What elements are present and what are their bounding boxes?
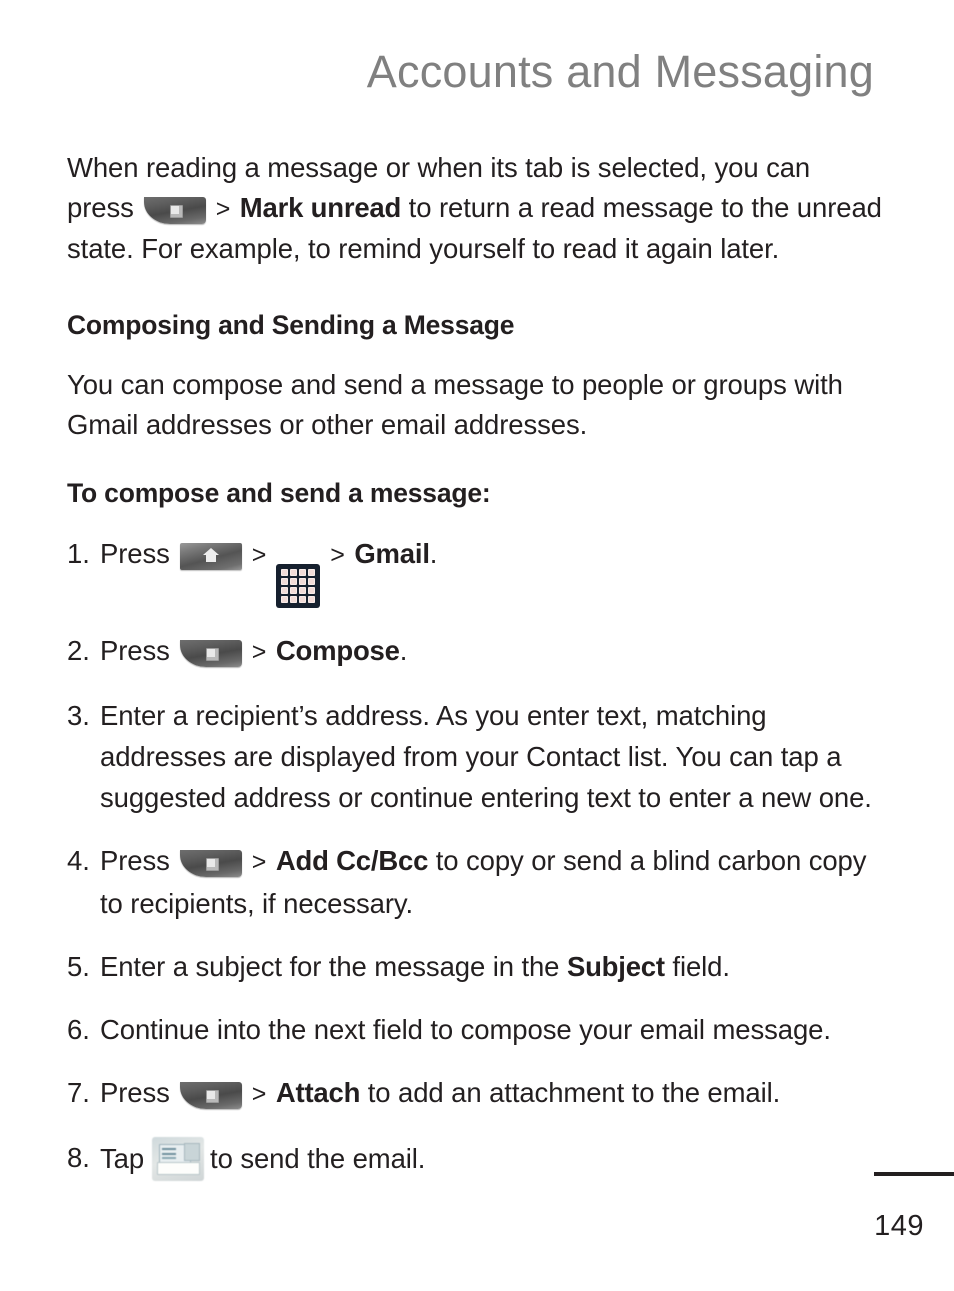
chevron-separator: > xyxy=(251,1080,267,1108)
chevron-separator: > xyxy=(215,195,231,223)
list-item: 5. Enter a subject for the message in th… xyxy=(67,946,883,987)
step-text: Enter a subject for the message in the S… xyxy=(100,946,883,987)
page-title: Accounts and Messaging xyxy=(366,46,874,97)
intro-paragraph: When reading a message or when its tab i… xyxy=(67,148,883,269)
manual-page: Accounts and Messaging When reading a me… xyxy=(0,0,954,1291)
folio-rule xyxy=(874,1172,954,1176)
chevron-separator: > xyxy=(251,541,267,569)
step-bold-term: Subject xyxy=(566,951,665,982)
step-lead-text: Press xyxy=(100,845,170,876)
apps-grid-icon xyxy=(276,564,321,608)
step-lead-text: Press xyxy=(100,635,170,666)
step-number: 8. xyxy=(67,1142,90,1173)
page-content: When reading a message or when its tab i… xyxy=(67,148,883,1181)
list-item: 7. Press > Attach to add an attachment to… xyxy=(67,1072,883,1115)
section-heading: Composing and Sending a Message xyxy=(67,310,515,340)
step-text: Tap to send the email. xyxy=(100,1137,883,1181)
step-text: Press > Attach to add an attachment to th… xyxy=(100,1072,883,1115)
step-number: 1. xyxy=(67,538,90,569)
step-number: 7. xyxy=(67,1077,90,1108)
menu-key-icon xyxy=(143,197,206,224)
page-number: 149 xyxy=(874,1210,924,1242)
list-item: 2. Press > Compose. xyxy=(67,630,883,673)
chevron-separator: > xyxy=(251,638,267,666)
home-key-icon xyxy=(179,543,242,570)
step-bold-term: Attach xyxy=(275,1077,361,1108)
list-item: 1. Press > > Gmail. xyxy=(67,533,883,608)
chevron-separator: > xyxy=(330,541,345,569)
list-item: 4. Press > Add Cc/Bcc to copy or send a b… xyxy=(67,840,883,924)
procedure-step-list: 1. Press > > Gmail. 2. Press > Compose. 3. … xyxy=(67,533,883,1181)
list-item: 8. Tap to send the email. xyxy=(67,1137,883,1181)
step-text: Continue into the next field to compose … xyxy=(100,1014,831,1045)
step-text: Press > Add Cc/Bcc to copy or send a blin… xyxy=(100,840,883,924)
step-tail-text: field. xyxy=(672,951,730,982)
list-item: 3. Enter a recipient’s address. As you e… xyxy=(67,695,883,818)
step-tail-text: . xyxy=(429,538,438,569)
step-text: Press > Compose. xyxy=(100,630,883,673)
step-lead-text: Enter a subject for the message in the xyxy=(100,951,560,982)
step-bold-term: Compose xyxy=(275,635,400,666)
step-tail-text: to send the email. xyxy=(210,1143,426,1174)
list-item: 6. Continue into the next field to compo… xyxy=(67,1009,883,1050)
step-number: 3. xyxy=(67,700,90,731)
menu-key-icon xyxy=(179,850,242,877)
procedure-heading: To compose and send a message: xyxy=(67,478,491,508)
step-tail-text: to add an attachment to the email. xyxy=(367,1077,781,1108)
step-lead-text: Tap xyxy=(100,1143,145,1174)
step-text: Enter a recipient’s address. As you ente… xyxy=(100,700,872,813)
menu-key-icon xyxy=(179,1082,242,1109)
step-tail-text: . xyxy=(399,635,408,666)
step-bold-term: Add Cc/Bcc xyxy=(275,845,429,876)
chevron-separator: > xyxy=(251,848,267,876)
step-lead-text: Press xyxy=(100,1077,170,1108)
menu-key-icon xyxy=(179,640,242,667)
step-number: 5. xyxy=(67,951,90,982)
step-number: 2. xyxy=(67,635,90,666)
step-text: Press > > Gmail. xyxy=(100,533,883,608)
step-lead-text: Press xyxy=(100,538,170,569)
section-intro-paragraph: You can compose and send a message to pe… xyxy=(67,369,843,440)
send-email-icon xyxy=(152,1137,205,1181)
step-number: 6. xyxy=(67,1014,90,1045)
step-bold-term: Gmail xyxy=(354,538,430,569)
intro-bold-term: Mark unread xyxy=(239,192,402,223)
step-number: 4. xyxy=(67,845,90,876)
